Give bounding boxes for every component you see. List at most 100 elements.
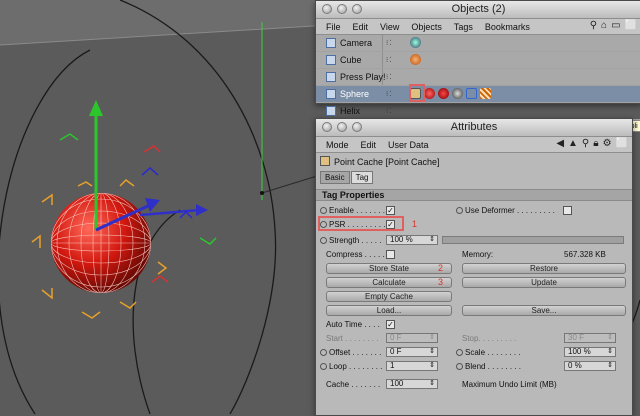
blend-label: Blend . . . . . . . . <box>456 362 521 371</box>
annotation-1: 1 <box>412 219 418 229</box>
list-item-sphere[interactable]: Sphere ⁝⁚ <box>316 84 640 103</box>
cache-field[interactable]: 100 ⇕ <box>386 379 438 389</box>
attribute-tabs: Basic Tag <box>320 171 374 184</box>
home-icon[interactable]: ⌂ <box>601 20 607 31</box>
search-icon[interactable]: ⚲ <box>582 138 589 149</box>
camera-tag-icon[interactable] <box>410 37 421 48</box>
menu-file[interactable]: File <box>320 22 347 32</box>
object-name: Cube <box>340 55 362 65</box>
menu-edit[interactable]: Edit <box>347 22 375 32</box>
gear-icon[interactable]: ⚙ <box>603 138 612 149</box>
list-item-press-play[interactable]: Press Play! ⁝⁚ <box>316 69 640 86</box>
restore-button[interactable]: Restore <box>462 263 626 274</box>
compress-label: Compress . . . . . <box>326 250 385 259</box>
object-name: Press Play! <box>340 72 386 82</box>
null-object-icon <box>326 72 336 82</box>
load-button[interactable]: Load... <box>326 305 452 316</box>
attributes-menubar: Mode Edit User Data ◀ ▲ ⚲ 🔒︎ ⚙ ⬜ <box>316 137 632 153</box>
x-axis-arrow-icon[interactable] <box>196 204 208 216</box>
compress-checkbox[interactable] <box>386 250 395 259</box>
visibility-dots-icon[interactable]: ⁝⁚ <box>386 90 398 98</box>
layout-icon[interactable]: ▭ <box>611 20 620 31</box>
visibility-dots-icon[interactable]: ⁝⁚ <box>386 56 398 64</box>
scale-field[interactable]: 100 % ⇕ <box>564 347 616 357</box>
lock-icon[interactable]: 🔒︎ <box>593 138 598 149</box>
menu-objects[interactable]: Objects <box>405 22 448 32</box>
tab-basic[interactable]: Basic <box>320 171 350 184</box>
up-arrow-icon[interactable]: ▲ <box>568 138 578 149</box>
animate-radio[interactable] <box>320 349 327 357</box>
annotation-3: 3 <box>438 277 444 287</box>
attributes-titlebar[interactable]: Attributes <box>316 119 632 137</box>
strength-slider[interactable] <box>442 236 624 244</box>
objects-menubar: File Edit View Objects Tags Bookmarks ⚲ … <box>316 19 640 35</box>
strength-label: Strength . . . . . <box>320 236 381 245</box>
objects-titlebar[interactable]: Objects (2) <box>316 1 640 19</box>
menu-tags[interactable]: Tags <box>448 22 479 32</box>
cube-icon <box>326 55 336 65</box>
display-tag-icon[interactable] <box>480 88 491 99</box>
texture-tag-icon[interactable] <box>452 88 463 99</box>
menu-edit[interactable]: Edit <box>355 140 383 150</box>
auto-time-checkbox[interactable]: ✓ <box>386 320 395 329</box>
expand-icon[interactable]: ⬜ <box>616 138 628 149</box>
point-cache-tag-highlight <box>409 84 425 102</box>
align-tag-icon[interactable] <box>466 88 477 99</box>
empty-cache-button[interactable]: Empty Cache <box>326 291 452 302</box>
tab-tag[interactable]: Tag <box>350 171 374 184</box>
attributes-menu-icons: ◀ ▲ ⚲ 🔒︎ ⚙ ⬜ <box>556 138 628 149</box>
objects-title: Objects (2) <box>451 3 506 15</box>
list-item-cube[interactable]: Cube ⁝⁚ <box>316 52 640 69</box>
use-deformer-checkbox[interactable] <box>563 206 572 215</box>
menu-user-data[interactable]: User Data <box>382 140 435 150</box>
material-tag-icon[interactable] <box>438 88 449 99</box>
visibility-dots-icon[interactable]: ⁝⁚ <box>386 39 398 47</box>
visibility-dots-icon[interactable]: ⁝⁚ <box>386 107 398 115</box>
y-axis-arrow-icon[interactable] <box>89 100 103 116</box>
camera-icon <box>326 38 336 48</box>
blend-field[interactable]: 0 % ⇕ <box>564 361 616 371</box>
strength-field[interactable]: 100 % ⇕ <box>386 235 438 245</box>
animate-radio[interactable] <box>320 207 327 215</box>
use-deformer-label: Use Deformer . . . . . . . . . <box>456 206 555 215</box>
stop-label: Stop. . . . . . . . . <box>462 334 517 343</box>
phong-tag-icon[interactable] <box>424 88 435 99</box>
store-state-button[interactable]: Store State <box>326 263 452 274</box>
animate-radio[interactable] <box>320 363 327 371</box>
save-button[interactable]: Save... <box>462 305 626 316</box>
calculate-button[interactable]: Calculate <box>326 277 452 288</box>
update-button[interactable]: Update <box>462 277 626 288</box>
stop-field[interactable]: 30 F ⇕ <box>564 333 616 343</box>
offset-field[interactable]: 0 F ⇕ <box>386 347 438 357</box>
objects-menu-icons: ⚲ ⌂ ▭ ⬜ <box>590 20 637 31</box>
annotation-2: 2 <box>438 263 444 273</box>
animate-radio[interactable] <box>456 207 463 215</box>
object-list: Camera ⁝⁚ Cube ⁝⁚ Press Play! ⁝⁚ Sphere … <box>316 35 640 120</box>
enable-checkbox[interactable]: ✓ <box>386 206 395 215</box>
memory-label: Memory: <box>462 250 494 259</box>
attributes-window: Attributes Mode Edit User Data ◀ ▲ ⚲ 🔒︎ … <box>315 118 633 416</box>
sphere-icon <box>326 89 336 99</box>
start-field[interactable]: 0 F ⇕ <box>386 333 438 343</box>
animate-radio[interactable] <box>320 237 327 245</box>
object-name: Camera <box>340 38 373 48</box>
search-icon[interactable]: ⚲ <box>590 20 597 31</box>
menu-view[interactable]: View <box>374 22 405 32</box>
menu-mode[interactable]: Mode <box>320 140 355 150</box>
material-tag-icon[interactable] <box>410 54 421 65</box>
auto-time-label: Auto Time . . . . <box>326 320 380 329</box>
max-undo-label: Maximum Undo Limit (MB) <box>462 380 557 389</box>
visibility-dots-icon[interactable]: ⁝⁚ <box>386 73 398 81</box>
expand-icon[interactable]: ⬜ <box>625 20 637 31</box>
cache-label: Cache . . . . . . . <box>326 380 381 389</box>
attributes-body: Point Cache [Point Cache] Basic Tag Tag … <box>316 153 632 415</box>
back-arrow-icon[interactable]: ◀ <box>556 138 564 149</box>
z-axis-extension <box>139 208 201 217</box>
animate-radio[interactable] <box>456 349 463 357</box>
scale-label: Scale . . . . . . . . <box>456 348 521 357</box>
animate-radio[interactable] <box>456 363 463 371</box>
menu-bookmarks[interactable]: Bookmarks <box>479 22 536 32</box>
attributes-title: Attributes <box>450 121 498 133</box>
loop-field[interactable]: 1 ⇕ <box>386 361 438 371</box>
list-item-camera[interactable]: Camera ⁝⁚ <box>316 35 640 52</box>
